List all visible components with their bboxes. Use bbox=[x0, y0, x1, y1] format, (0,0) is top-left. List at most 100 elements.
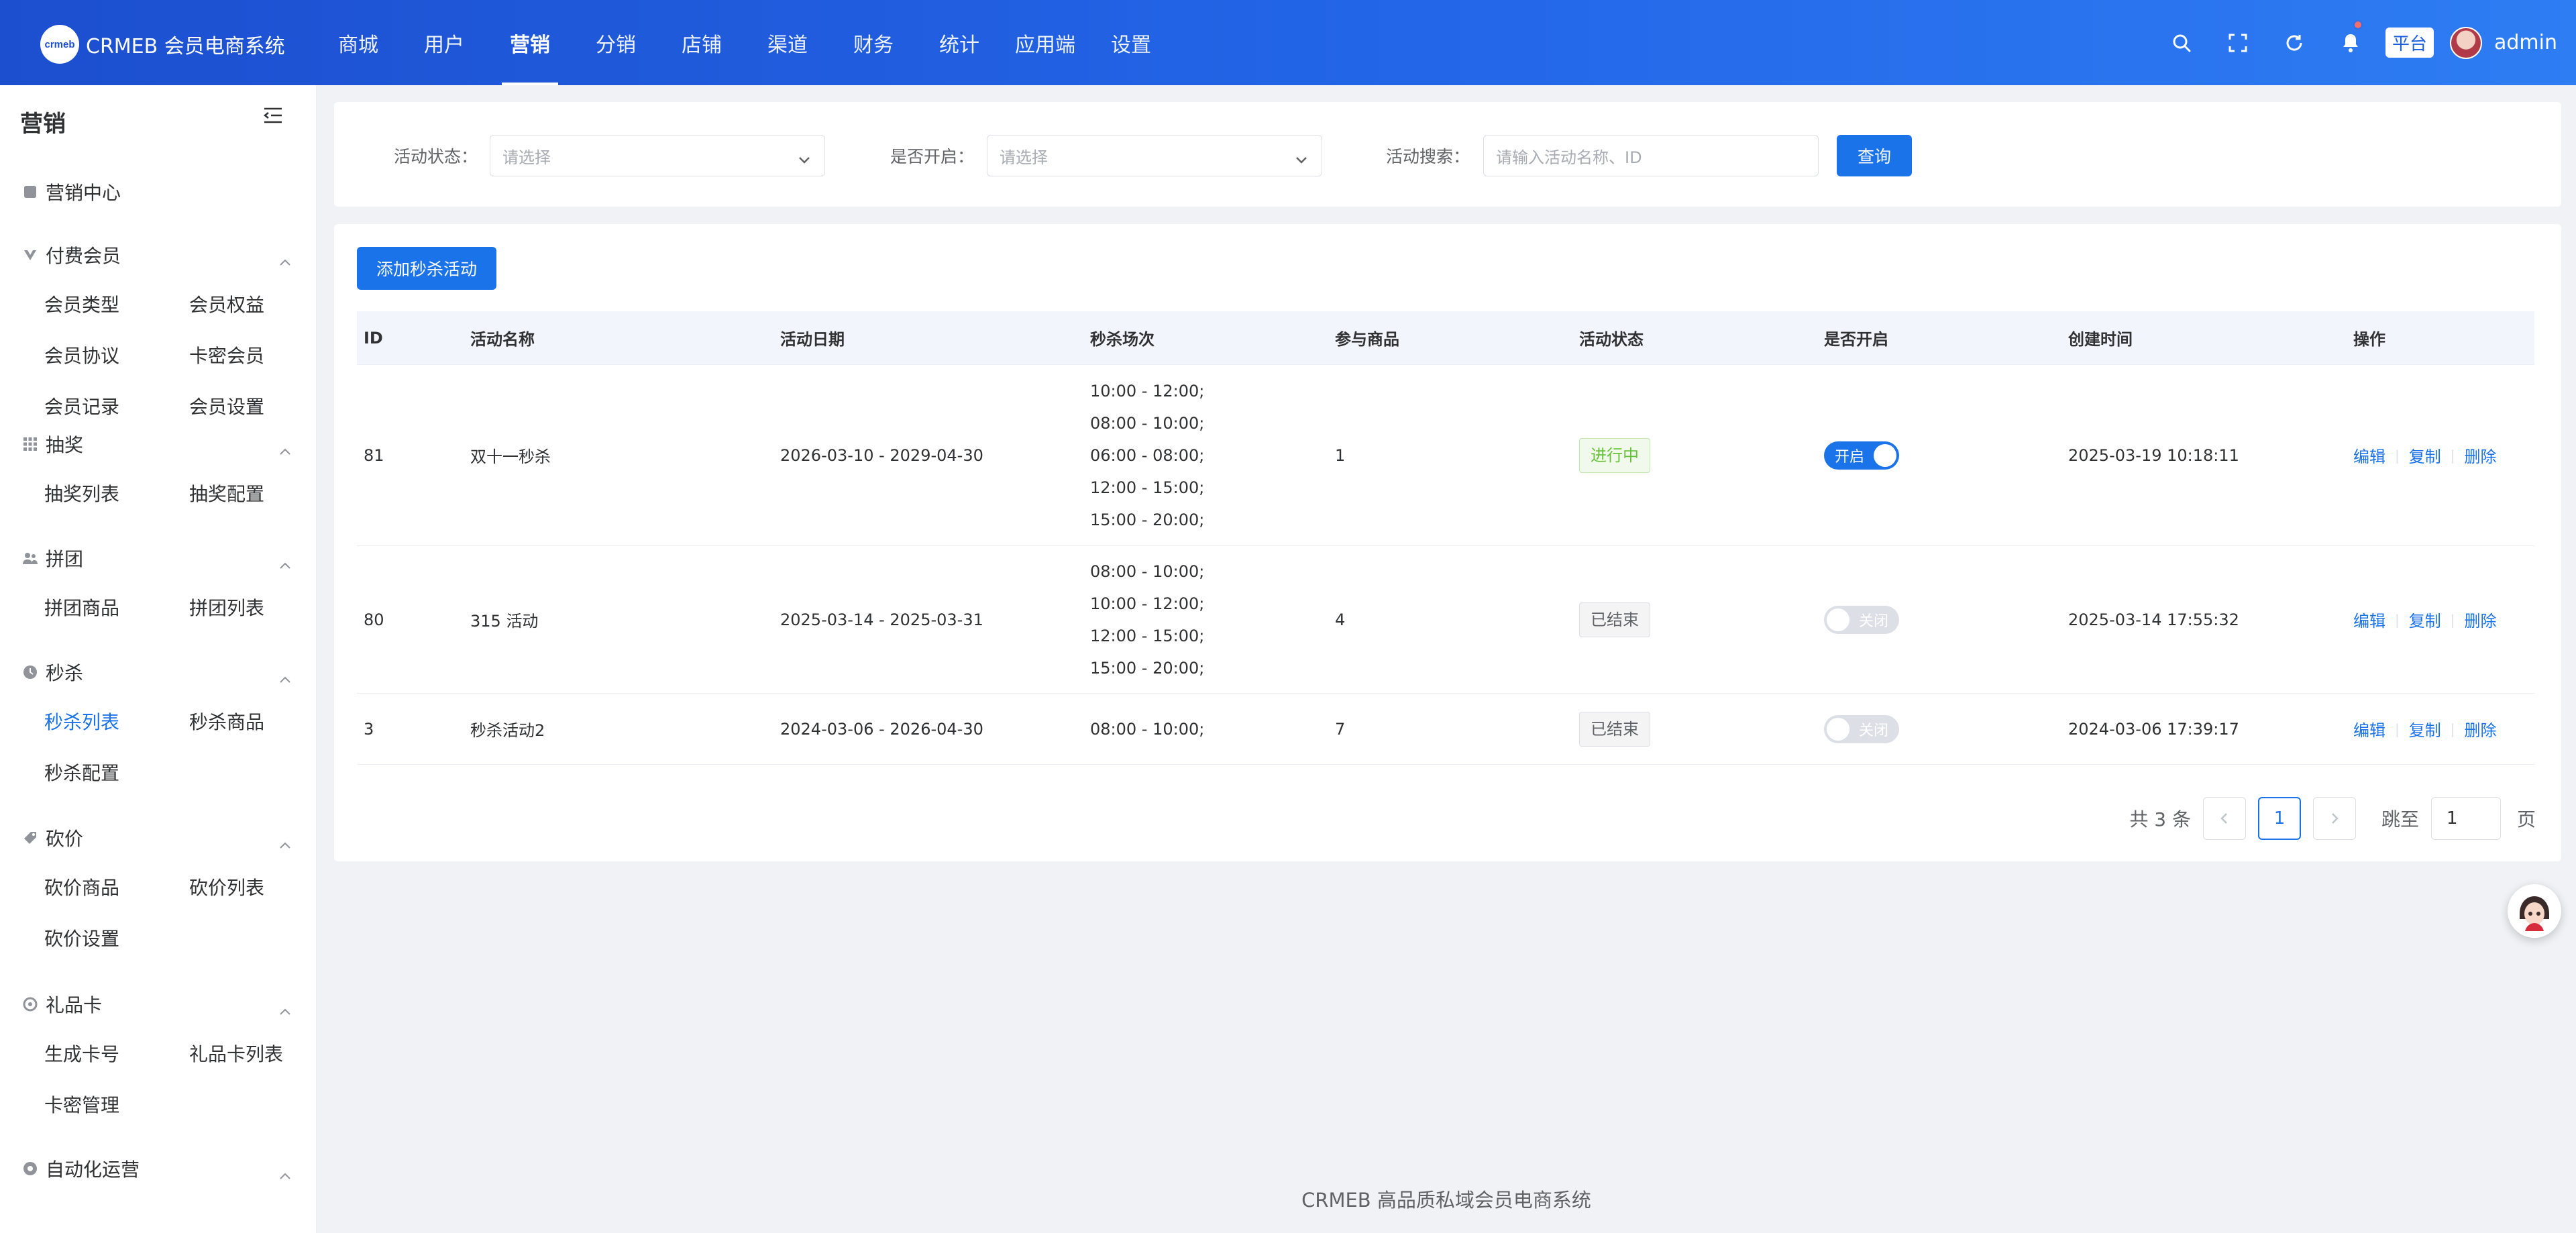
open-select[interactable]: 请选择 bbox=[987, 135, 1322, 176]
delete-link[interactable]: 删除 bbox=[2465, 717, 2497, 741]
avatar[interactable] bbox=[2450, 26, 2482, 59]
sidebar-subitem[interactable]: 卡密管理 bbox=[44, 1079, 189, 1130]
row-actions: 编辑 | 复制 | 删除 bbox=[2353, 546, 2497, 693]
sidebar-group-header[interactable]: 砍价 bbox=[0, 814, 317, 861]
sidebar-subitem[interactable]: 生成卡号 bbox=[44, 1028, 189, 1079]
sidebar-group: 拼团 拼团商品 拼团列表 bbox=[0, 535, 317, 633]
time-slot: 12:00 - 15:00; bbox=[1090, 626, 1205, 645]
time-slot: 15:00 - 20:00; bbox=[1090, 658, 1205, 678]
nav-item[interactable]: 应用端 bbox=[1002, 0, 1088, 85]
chevron-up-icon[interactable] bbox=[279, 552, 291, 574]
chevron-up-icon[interactable] bbox=[279, 832, 291, 854]
delete-link[interactable]: 删除 bbox=[2465, 608, 2497, 631]
sidebar-subitem[interactable]: 卡密会员 bbox=[189, 329, 334, 380]
sidebar-subitem[interactable]: 拼团商品 bbox=[44, 582, 189, 633]
sidebar-subitem[interactable]: 拼团列表 bbox=[189, 582, 334, 633]
sidebar-subitem[interactable]: 砍价列表 bbox=[189, 861, 334, 912]
sidebar-item-marketing-center[interactable]: 营销中心 bbox=[0, 168, 317, 215]
sidebar-subitem[interactable]: 抽奖列表 bbox=[44, 468, 189, 519]
chevron-up-icon[interactable] bbox=[279, 666, 291, 688]
nav-item[interactable]: 营销 bbox=[487, 0, 573, 85]
nav-item[interactable]: 统计 bbox=[916, 0, 1002, 85]
status-select[interactable]: 请选择 bbox=[490, 135, 825, 176]
row-status-cell: 已结束 bbox=[1579, 546, 1650, 693]
copy-link[interactable]: 复制 bbox=[2409, 443, 2441, 467]
row-times: 10:00 - 12:00; 08:00 - 10:00; 06:00 - 08:0… bbox=[1090, 365, 1204, 545]
sidebar-subitem[interactable]: 秒杀配置 bbox=[44, 747, 189, 798]
nav-item[interactable]: 店铺 bbox=[659, 0, 745, 85]
sidebar-subitem[interactable]: 砍价商品 bbox=[44, 861, 189, 912]
sidebar-group-header[interactable]: 礼品卡 bbox=[0, 981, 317, 1028]
table-row: 3 秒杀活动2 2024-03-06 - 2026-04-30 08:00 - 10:… bbox=[357, 694, 2534, 765]
sidebar: 营销 营销中心 付费会员 会员类型 会员权益 会员协议 卡密会员 会员记录 会员设置 抽奖 抽奖… bbox=[0, 85, 317, 1233]
chevron-up-icon[interactable] bbox=[279, 1163, 291, 1185]
refresh-icon[interactable] bbox=[2266, 0, 2322, 85]
row-actions: 编辑 | 复制 | 删除 bbox=[2353, 365, 2497, 545]
table-header-row: ID 活动名称 活动日期 秒杀场次 参与商品 活动状态 是否开启 创建时间 操作 bbox=[357, 311, 2534, 365]
enable-toggle[interactable]: 开启 bbox=[1824, 441, 1899, 470]
copy-link[interactable]: 复制 bbox=[2409, 717, 2441, 741]
edit-link[interactable]: 编辑 bbox=[2353, 443, 2385, 467]
sidebar-group-header[interactable]: 抽奖 bbox=[0, 421, 317, 468]
nav-item[interactable]: 分销 bbox=[573, 0, 659, 85]
chevron-up-icon[interactable] bbox=[279, 438, 291, 460]
add-seckill-button[interactable]: 添加秒杀活动 bbox=[357, 247, 496, 290]
jump-page-input[interactable]: 1 bbox=[2430, 797, 2501, 840]
next-page-button[interactable] bbox=[2312, 797, 2356, 840]
sidebar-group-header[interactable]: 拼团 bbox=[0, 535, 317, 582]
nav-item[interactable]: 渠道 bbox=[745, 0, 830, 85]
search-icon[interactable] bbox=[2153, 0, 2210, 85]
row-times: 08:00 - 10:00; 10:00 - 12:00; 12:00 - 15:0… bbox=[1090, 546, 1204, 693]
sidebar-group-header[interactable]: 自动化运营 bbox=[0, 1145, 317, 1192]
nav-item[interactable]: 用户 bbox=[401, 0, 487, 85]
sidebar-group: 抽奖 抽奖列表 抽奖配置 bbox=[0, 421, 317, 519]
sidebar-group: 秒杀 秒杀列表 秒杀商品 秒杀配置 bbox=[0, 649, 317, 798]
enable-toggle[interactable]: 关闭 bbox=[1824, 605, 1899, 634]
bell-icon[interactable] bbox=[2322, 0, 2379, 85]
sidebar-subitem[interactable]: 会员协议 bbox=[44, 329, 189, 380]
menu-collapse-icon[interactable] bbox=[263, 107, 283, 127]
column-header: ID bbox=[364, 328, 383, 347]
sidebar-group: 付费会员 会员类型 会员权益 会员协议 卡密会员 会员记录 会员设置 bbox=[0, 231, 317, 431]
enable-toggle[interactable]: 关闭 bbox=[1824, 714, 1899, 743]
customer-service-avatar[interactable] bbox=[2508, 884, 2561, 938]
sidebar-subitem[interactable]: 秒杀列表 bbox=[44, 696, 189, 747]
sidebar-subitem[interactable]: 礼品卡列表 bbox=[189, 1028, 334, 1079]
vip-icon bbox=[21, 246, 39, 264]
chevron-up-icon[interactable] bbox=[279, 249, 291, 271]
time-slot: 08:00 - 10:00; bbox=[1090, 719, 1205, 739]
copy-link[interactable]: 复制 bbox=[2409, 608, 2441, 631]
sidebar-subitem[interactable]: 会员类型 bbox=[44, 278, 189, 329]
search-input[interactable]: 请输入活动名称、ID bbox=[1483, 135, 1819, 176]
user-name[interactable]: admin bbox=[2494, 31, 2557, 54]
row-created: 2025-03-19 10:18:11 bbox=[2068, 445, 2239, 465]
open-select-placeholder: 请选择 bbox=[1000, 148, 1048, 167]
chevron-up-icon[interactable] bbox=[279, 998, 291, 1020]
fullscreen-icon[interactable] bbox=[2210, 0, 2266, 85]
sidebar-item-label: 营销中心 bbox=[46, 182, 121, 204]
edit-link[interactable]: 编辑 bbox=[2353, 608, 2385, 631]
nav-item[interactable]: 财务 bbox=[830, 0, 916, 85]
sidebar-subitem[interactable]: 砍价设置 bbox=[44, 912, 189, 963]
row-created: 2024-03-06 17:39:17 bbox=[2068, 719, 2239, 739]
nav-item[interactable]: 商城 bbox=[315, 0, 401, 85]
edit-link[interactable]: 编辑 bbox=[2353, 717, 2385, 741]
sidebar-subitem[interactable]: 会员权益 bbox=[189, 278, 334, 329]
prev-page-button[interactable] bbox=[2202, 797, 2246, 840]
app-logo[interactable]: crmeb CRMEB 会员电商系统 bbox=[40, 24, 285, 64]
page-number-current[interactable]: 1 bbox=[2257, 797, 2301, 840]
sidebar-subitem[interactable]: 秒杀商品 bbox=[189, 696, 334, 747]
clock-icon bbox=[21, 663, 39, 681]
sidebar-subitem[interactable]: 抽奖配置 bbox=[189, 468, 334, 519]
query-button[interactable]: 查询 bbox=[1837, 135, 1912, 176]
search-input-placeholder: 请输入活动名称、ID bbox=[1496, 148, 1642, 167]
footer-text: CRMEB 高品质私域会员电商系统 bbox=[1301, 1189, 1591, 1212]
sidebar-group-header[interactable]: 付费会员 bbox=[0, 231, 317, 278]
sidebar-group-header[interactable]: 秒杀 bbox=[0, 649, 317, 696]
delete-link[interactable]: 删除 bbox=[2465, 443, 2497, 467]
sidebar-group: 自动化运营 bbox=[0, 1145, 317, 1192]
open-filter-label: 是否开启： bbox=[890, 147, 975, 166]
column-header: 是否开启 bbox=[1824, 330, 1888, 349]
nav-item[interactable]: 设置 bbox=[1088, 0, 1174, 85]
platform-badge[interactable]: 平台 bbox=[2385, 28, 2434, 58]
